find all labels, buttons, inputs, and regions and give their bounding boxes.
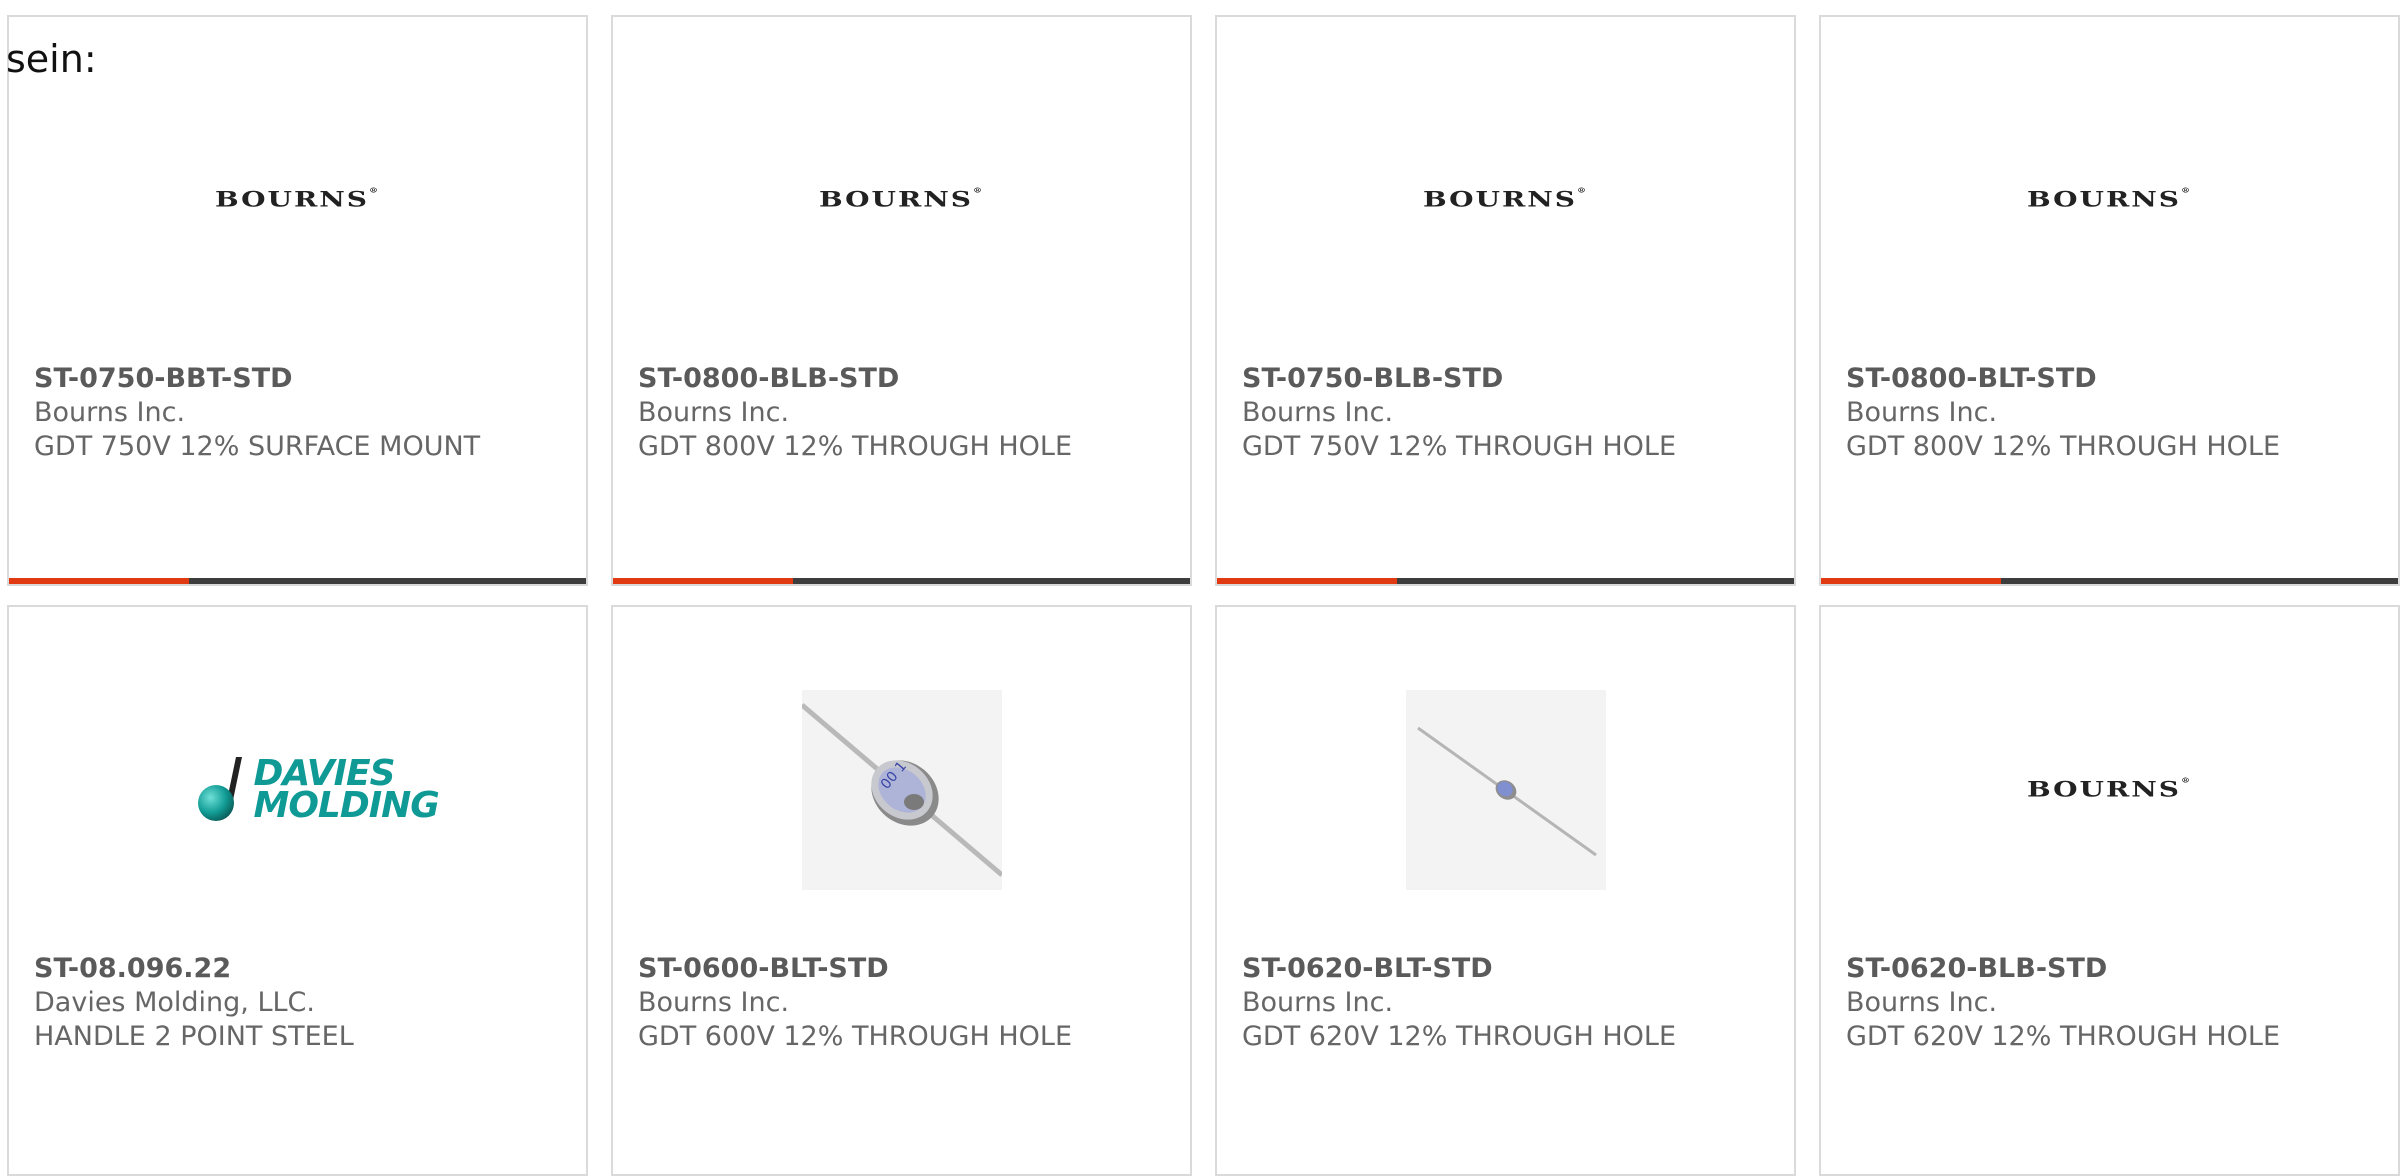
product-card[interactable]: BOURNS® ST-0800-BLT-STD Bourns Inc. GDT … (1819, 15, 2400, 586)
product-card[interactable]: BOURNS® ST-0750-BLB-STD Bourns Inc. GDT … (1215, 15, 1796, 586)
description: GDT 800V 12% THROUGH HOLE (638, 431, 1073, 462)
part-number-link[interactable]: ST-08.096.22 (34, 952, 576, 986)
description: HANDLE 2 POINT STEEL (34, 1021, 354, 1052)
product-image: BOURNS® (1821, 667, 2398, 912)
manufacturer: Davies Molding, LLC. (34, 987, 315, 1018)
manufacturer: Bourns Inc. (34, 397, 186, 428)
part-number-link[interactable]: ST-0600-BLT-STD (638, 952, 1180, 986)
product-image: BOURNS® (1217, 77, 1794, 322)
manufacturer: Bourns Inc. (638, 397, 790, 428)
product-card[interactable]: ST-0620-BLT-STD Bourns Inc. GDT 620V 12%… (1215, 605, 1796, 1176)
gdt-component-photo (1405, 689, 1606, 890)
description: GDT 620V 12% THROUGH HOLE (1242, 1021, 1677, 1052)
bourns-logo: BOURNS® (818, 187, 985, 212)
manufacturer: Bourns Inc. (1242, 987, 1394, 1018)
product-card[interactable]: BOURNS® ST-0750-BBT-STD Bourns Inc. GDT … (7, 15, 588, 586)
manufacturer: Bourns Inc. (638, 987, 790, 1018)
description: GDT 750V 12% THROUGH HOLE (1242, 431, 1677, 462)
product-image: 00 1 (613, 667, 1190, 912)
description: GDT 800V 12% THROUGH HOLE (1846, 431, 2281, 462)
bourns-logo: BOURNS® (2026, 777, 2193, 802)
bourns-logo: BOURNS® (2026, 187, 2193, 212)
card-bottom-bar (613, 578, 1190, 584)
product-card[interactable]: BOURNS® ST-0800-BLB-STD Bourns Inc. GDT … (611, 15, 1192, 586)
manufacturer: Bourns Inc. (1846, 397, 1998, 428)
product-card[interactable]: 00 1 ST-0600-BLT-STD Bourns Inc. GDT 600… (611, 605, 1192, 1176)
part-number-link[interactable]: ST-0750-BLB-STD (1242, 362, 1784, 396)
card-bottom-bar (9, 578, 586, 584)
card-bottom-bar (1217, 578, 1794, 584)
part-number-link[interactable]: ST-0620-BLT-STD (1242, 952, 1784, 986)
bourns-logo: BOURNS® (214, 187, 381, 212)
product-card[interactable]: BOURNS® ST-0620-BLB-STD Bourns Inc. GDT … (1819, 605, 2400, 1176)
product-image: DAVIES MOLDING (9, 667, 586, 912)
description: GDT 600V 12% THROUGH HOLE (638, 1021, 1073, 1052)
product-image (1217, 667, 1794, 912)
product-card[interactable]: DAVIES MOLDING ST-08.096.22 Davies Moldi… (7, 605, 588, 1176)
part-number-link[interactable]: ST-0800-BLT-STD (1846, 362, 2388, 396)
intro-text: sein: (6, 37, 97, 81)
product-image: BOURNS® (1821, 77, 2398, 322)
part-number-link[interactable]: ST-0800-BLB-STD (638, 362, 1180, 396)
description: GDT 620V 12% THROUGH HOLE (1846, 1021, 2281, 1052)
davies-molding-logo: DAVIES MOLDING (192, 755, 440, 825)
bourns-logo: BOURNS® (1422, 187, 1589, 212)
manufacturer: Bourns Inc. (1242, 397, 1394, 428)
part-number-link[interactable]: ST-0750-BBT-STD (34, 362, 576, 396)
card-bottom-bar (1821, 578, 2398, 584)
part-number-link[interactable]: ST-0620-BLB-STD (1846, 952, 2388, 986)
manufacturer: Bourns Inc. (1846, 987, 1998, 1018)
description: GDT 750V 12% SURFACE MOUNT (34, 431, 481, 462)
product-image: BOURNS® (9, 77, 586, 322)
gdt-component-photo: 00 1 (801, 689, 1002, 890)
product-image: BOURNS® (613, 77, 1190, 322)
